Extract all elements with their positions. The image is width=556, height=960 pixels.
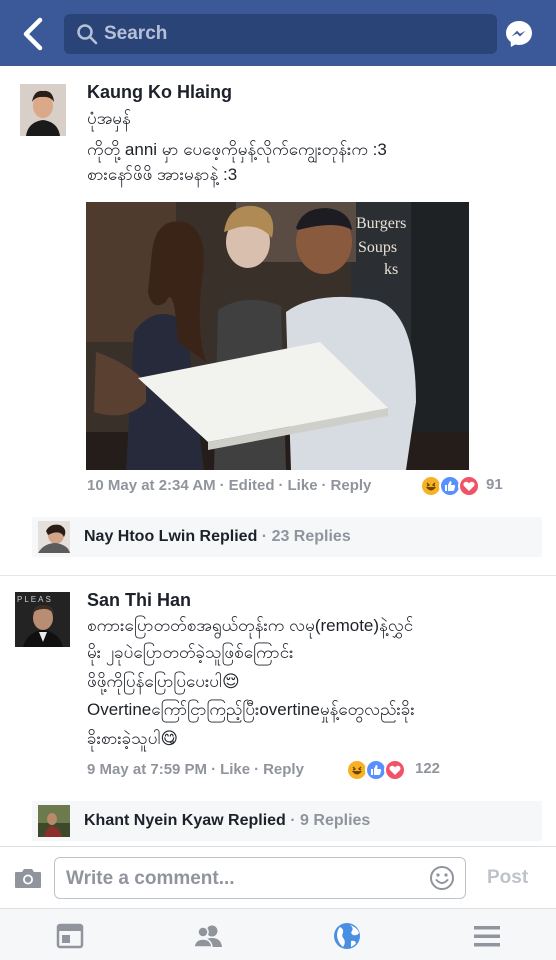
- sign-text: ks: [384, 261, 398, 278]
- avatar[interactable]: [20, 84, 66, 136]
- comment-text-line: ခိုးစားခဲ့သူပါ😋: [87, 729, 179, 748]
- messenger-icon[interactable]: [503, 18, 535, 50]
- comment-composer: Write a comment... Post: [0, 846, 556, 908]
- replies-summary[interactable]: Nay Htoo Lwin Replied · 23 Replies: [84, 528, 351, 546]
- comment-text-line: ဖိဖို့ကိုပြန်ပြောပြပေးပါ😌: [87, 672, 240, 691]
- reactions-summary[interactable]: 122: [346, 759, 456, 781]
- reply-button[interactable]: Reply: [263, 761, 304, 778]
- sign-text: Burgers: [356, 215, 406, 232]
- timestamp: 9 May at 7:59 PM: [87, 761, 208, 778]
- search-placeholder: Search: [104, 23, 168, 44]
- reply-avatar: [38, 805, 70, 837]
- reply-avatar: [38, 521, 70, 553]
- bottom-nav: [0, 908, 556, 960]
- comment-author[interactable]: San Thi Han: [87, 590, 191, 611]
- reply-author: Khant Nyein Kyaw Replied: [84, 812, 286, 829]
- like-button[interactable]: Like: [288, 477, 318, 494]
- like-button[interactable]: Like: [220, 761, 250, 778]
- timestamp: 10 May at 2:34 AM: [87, 477, 216, 494]
- reply-button[interactable]: Reply: [331, 477, 372, 494]
- edited-label[interactable]: Edited: [229, 477, 275, 494]
- top-bar: Search: [0, 0, 556, 66]
- love-reaction-icon: [458, 475, 480, 497]
- comment-meta: 9 May at 7:59 PM · Like · Reply: [87, 761, 304, 778]
- comment-author[interactable]: Kaung Ko Hlaing: [87, 82, 232, 103]
- search-icon: [76, 23, 98, 45]
- friends-icon[interactable]: [192, 921, 222, 951]
- news-feed-icon[interactable]: [55, 921, 85, 951]
- comment-placeholder: Write a comment...: [66, 868, 235, 889]
- replies-row[interactable]: Khant Nyein Kyaw Replied · 9 Replies: [32, 801, 542, 841]
- divider: [0, 575, 556, 576]
- camera-icon[interactable]: [14, 867, 42, 889]
- post-button[interactable]: Post: [487, 867, 528, 889]
- comment-photo[interactable]: Burgers Soups ks: [86, 202, 469, 470]
- comment-meta: 10 May at 2:34 AM · Edited · Like · Reply: [87, 477, 372, 494]
- reply-count: 9 Replies: [300, 812, 371, 829]
- replies-row[interactable]: Nay Htoo Lwin Replied · 23 Replies: [32, 517, 542, 557]
- reply-count: 23 Replies: [271, 528, 351, 545]
- comment-text-line: ပုံအမှန်: [87, 109, 131, 128]
- comment-text-line: စားနော်ဖိဖိ အားမနာနဲ့ :3: [87, 165, 238, 184]
- back-chevron-icon[interactable]: [18, 16, 52, 52]
- reaction-count: 91: [486, 476, 503, 493]
- replies-summary[interactable]: Khant Nyein Kyaw Replied · 9 Replies: [84, 812, 370, 830]
- search-input[interactable]: Search: [64, 14, 497, 54]
- reactions-summary[interactable]: 91: [420, 475, 520, 497]
- reply-author: Nay Htoo Lwin Replied: [84, 528, 258, 545]
- love-reaction-icon: [384, 759, 406, 781]
- comment-input[interactable]: Write a comment...: [54, 857, 466, 899]
- menu-icon[interactable]: [472, 921, 502, 951]
- globe-icon[interactable]: [332, 921, 362, 951]
- sign-text: Soups: [358, 239, 397, 256]
- svg-text:PLEAS: PLEAS: [17, 595, 53, 604]
- reaction-count: 122: [415, 760, 441, 777]
- comment-text-line: ကိုတို့ anni မှာ ပေဖေ့ကိုမှန့်လိုက်ကျွေး…: [87, 140, 387, 159]
- avatar[interactable]: PLEAS: [15, 592, 70, 647]
- comment-text-line: စကားပြောတတ်စအရွယ်တုန်းက လမု(remote)နဲ့လွ…: [87, 616, 414, 635]
- comment-text-line: မိုး ၂ခုပဲပြောတတ်ခဲ့သူဖြစ်ကြောင်း: [87, 643, 294, 662]
- emoji-icon[interactable]: [429, 865, 455, 891]
- comment-text-line: Overtineကြော်ငြာကြည့်ပြီးovertineမှုန့်တ…: [87, 700, 415, 719]
